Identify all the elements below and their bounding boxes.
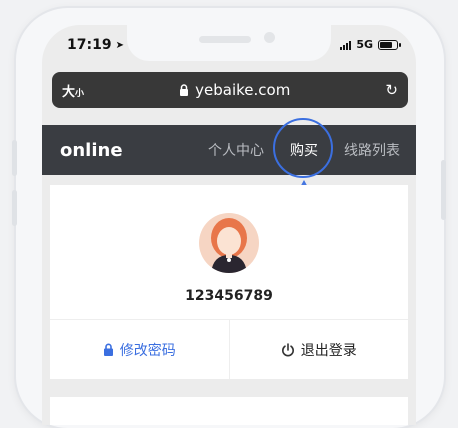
logout-label: 退出登录 (300, 342, 357, 359)
network-type: 5G (356, 38, 373, 51)
account-actions: 修改密码 退出登录 (50, 320, 408, 379)
status-time: 17:19 ➤ (67, 37, 124, 53)
top-nav: online 个人中心 购买 线路列表 (42, 125, 416, 175)
signal-icon (340, 40, 352, 50)
notch (127, 25, 331, 61)
phone-side-button (441, 160, 446, 220)
url-text: yebaike.com (195, 81, 291, 99)
nav-item-route-list[interactable]: 线路列表 (338, 140, 406, 160)
lock-icon (180, 84, 189, 96)
status-indicators: 5G (340, 38, 401, 51)
content-card (50, 397, 408, 425)
profile-card: 123456789 修改密码 退出登录 (50, 185, 408, 379)
logout-button[interactable]: 退出登录 (230, 320, 409, 379)
reload-icon[interactable]: ↻ (385, 81, 398, 99)
lock-icon (103, 343, 113, 356)
speaker (199, 36, 251, 43)
battery-icon (378, 39, 401, 50)
phone-side-button (12, 140, 17, 176)
avatar (199, 213, 259, 273)
highlight-circle (273, 118, 333, 178)
change-password-label: 修改密码 (119, 342, 176, 359)
change-password-button[interactable]: 修改密码 (50, 320, 230, 379)
power-icon (281, 342, 294, 356)
url-field[interactable]: yebaike.com (84, 81, 385, 99)
phone-side-button (12, 190, 17, 226)
browser-address-bar[interactable]: 大小 yebaike.com ↻ (52, 72, 408, 108)
camera (264, 32, 275, 43)
phone-screen: 17:19 ➤ 5G 大小 yebaike.com ↻ online 个人中心 … (42, 25, 416, 425)
user-id: 123456789 (185, 288, 273, 304)
brand-logo[interactable]: online (60, 140, 123, 161)
location-arrow-icon: ➤ (115, 39, 124, 51)
nav-item-personal-center[interactable]: 个人中心 (202, 140, 270, 160)
text-size-button[interactable]: 大小 (62, 81, 84, 100)
